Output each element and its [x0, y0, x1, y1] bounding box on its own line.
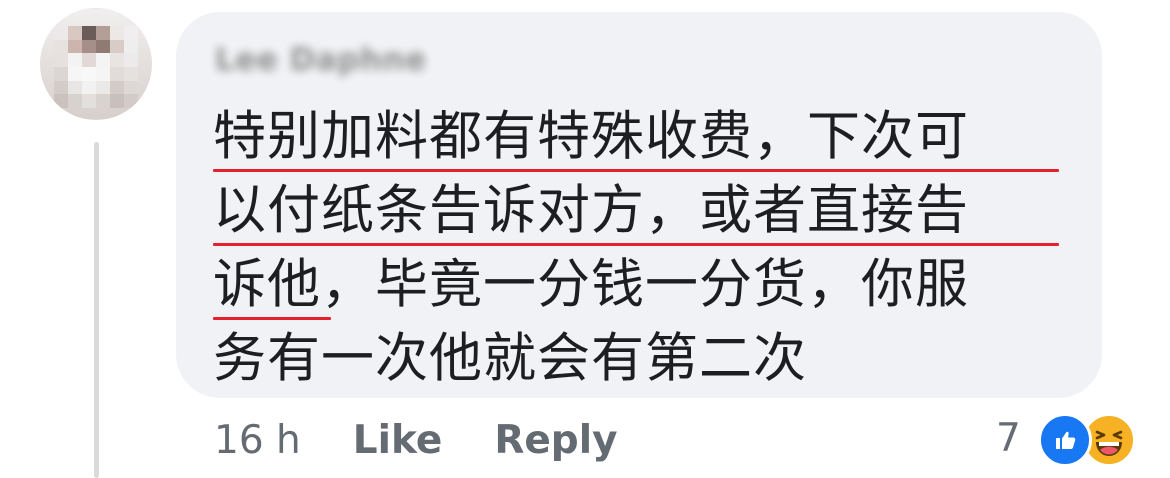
- spellcheck-underline-2: [213, 243, 1059, 246]
- comment-line-3-text: 诉他，毕竟一分钱一分货，你服: [213, 254, 969, 315]
- comment-line-4-text: 务有一次他就会有第二次: [213, 328, 807, 389]
- spellcheck-underline-1: [213, 169, 1059, 172]
- avatar[interactable]: [40, 8, 152, 120]
- like-button[interactable]: Like: [353, 418, 443, 463]
- comment-line-3: 诉他，毕竟一分钱一分货，你服: [213, 248, 1073, 322]
- comment-line-1-text: 特别加料都有特殊收费，下次可: [213, 106, 969, 167]
- timestamp[interactable]: 16 h: [214, 418, 301, 463]
- comment-line-4: 务有一次他就会有第二次: [213, 322, 1073, 396]
- author-name[interactable]: Lee Daphne: [215, 42, 427, 78]
- reaction-count[interactable]: 7: [996, 414, 1021, 464]
- reply-button[interactable]: Reply: [494, 418, 617, 463]
- comment-text: 特别加料都有特殊收费，下次可 以付纸条告诉对方，或者直接告 诉他，毕竟一分钱一分…: [213, 100, 1073, 396]
- spellcheck-underline-3: [213, 317, 331, 320]
- comment-line-2: 以付纸条告诉对方，或者直接告: [213, 174, 1073, 248]
- comment-line-2-text: 以付纸条告诉对方，或者直接告: [213, 180, 969, 241]
- laughing-face-icon: [1085, 416, 1133, 464]
- comment-actions: 16 h Like Reply: [214, 410, 618, 470]
- like-reaction-icon: [1038, 413, 1092, 467]
- reaction-summary[interactable]: [1038, 413, 1142, 467]
- comment-line-1: 特别加料都有特殊收费，下次可: [213, 100, 1073, 174]
- thread-line: [94, 142, 99, 478]
- comment-bubble: Lee Daphne 特别加料都有特殊收费，下次可 以付纸条告诉对方，或者直接告…: [176, 12, 1102, 398]
- avatar-pixelation: [54, 26, 138, 108]
- thumbs-up-icon: [1056, 431, 1076, 449]
